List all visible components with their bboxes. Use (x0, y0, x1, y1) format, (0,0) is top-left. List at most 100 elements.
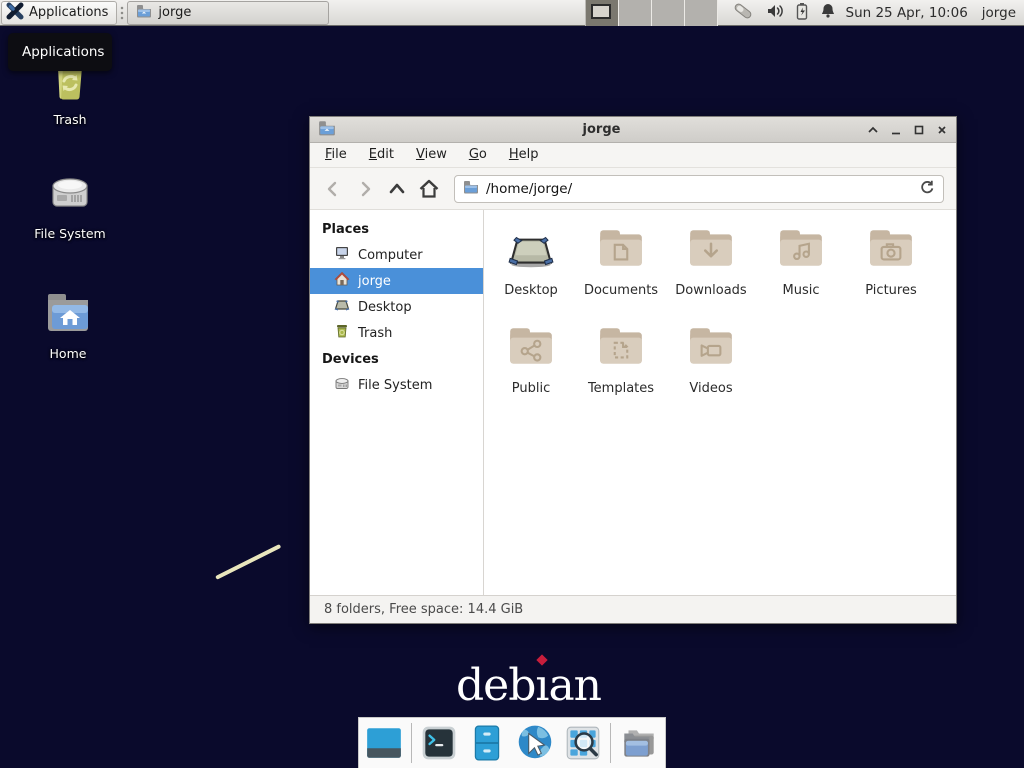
close-button[interactable] (936, 124, 948, 136)
status-bar: 8 folders, Free space: 14.4 GiB (310, 595, 956, 623)
folder-name: Documents (584, 283, 658, 298)
trash-icon (334, 323, 350, 343)
web-browser-icon (514, 722, 556, 764)
xfce-logo-icon (6, 2, 24, 24)
hard-drive-icon (334, 375, 350, 395)
folder-name: Templates (588, 381, 654, 396)
file-cabinet-icon (467, 723, 507, 763)
folder-item-pictures[interactable]: Pictures (846, 224, 936, 322)
applications-tooltip: Applications (8, 33, 112, 71)
desktop: { "colors": { "selection_blue": "#4a90d9… (0, 0, 1024, 768)
folder-name: Public (512, 381, 550, 396)
desktop-special-icon (506, 224, 556, 278)
path-input[interactable] (486, 181, 912, 197)
file-manager-window: jorge File Edit View Go Help (309, 116, 957, 624)
sidebar-item-desktop[interactable]: Desktop (310, 294, 483, 320)
panel-username: jorge (982, 5, 1016, 21)
folder-item-templates[interactable]: Templates (576, 322, 666, 420)
menu-file[interactable]: File (314, 143, 358, 167)
debian-logo-text: an (548, 660, 601, 711)
folder-music-icon (776, 224, 826, 278)
debian-logo-i: ı (535, 660, 548, 711)
input-device-icon[interactable] (732, 1, 754, 25)
shade-button[interactable] (867, 124, 879, 136)
home-button[interactable] (416, 176, 442, 202)
toolbar (310, 168, 956, 210)
forward-button[interactable] (352, 176, 378, 202)
menu-edit[interactable]: Edit (358, 143, 405, 167)
debian-logo: debıan (456, 660, 601, 711)
desktop-icon-home[interactable]: Home (20, 288, 116, 361)
applications-menu-button[interactable]: Applications (1, 1, 117, 25)
web-browser-launcher[interactable] (514, 721, 556, 765)
battery-charging-icon[interactable] (796, 2, 808, 24)
file-manager-folder-icon (618, 722, 660, 764)
folder-item-downloads[interactable]: Downloads (666, 224, 756, 322)
sidebar-item-label: Desktop (358, 300, 412, 315)
volume-icon[interactable] (766, 3, 784, 23)
file-cabinet-launcher[interactable] (466, 721, 506, 765)
dock-separator (610, 723, 611, 763)
applications-tooltip-text: Applications (22, 44, 104, 60)
top-panel: Applications jorge (0, 0, 1024, 26)
sidebar-item-jorge[interactable]: jorge (310, 268, 483, 294)
folder-name: Desktop (504, 283, 558, 298)
folder-item-desktop[interactable]: Desktop (486, 224, 576, 322)
panel-clock[interactable]: Sun 25 Apr, 10:06 (846, 5, 968, 21)
menu-view[interactable]: View (405, 143, 458, 167)
maximize-button[interactable] (913, 124, 925, 136)
window-titlebar[interactable]: jorge (310, 117, 956, 143)
app-finder-launcher[interactable] (563, 721, 603, 765)
minimize-button[interactable] (890, 124, 902, 136)
sidebar-item-trash[interactable]: Trash (310, 320, 483, 346)
cursor-trail (215, 544, 281, 580)
workspace-3[interactable] (652, 0, 685, 26)
computer-icon (334, 245, 350, 265)
desktop-icon-file-system[interactable]: File System (22, 168, 118, 241)
folder-name: Downloads (675, 283, 746, 298)
folder-item-public[interactable]: Public (486, 322, 576, 420)
app-finder-icon (563, 723, 603, 763)
folder-documents-icon (596, 224, 646, 278)
home-folder-icon (43, 288, 93, 342)
show-desktop-button[interactable] (364, 721, 404, 765)
workspace-1[interactable] (586, 0, 619, 26)
panel-handle[interactable] (119, 4, 125, 22)
menu-go[interactable]: Go (458, 143, 498, 167)
workspace-4[interactable] (685, 0, 718, 26)
sidebar-item-computer[interactable]: Computer (310, 242, 483, 268)
show-desktop-icon (364, 723, 404, 763)
reload-icon[interactable] (919, 179, 935, 199)
taskbar-window-button[interactable]: jorge (127, 1, 329, 25)
terminal-launcher[interactable] (419, 721, 459, 765)
folder-public-icon (506, 322, 556, 376)
sidebar-item-label: File System (358, 378, 432, 393)
folder-videos-icon (686, 322, 736, 376)
folder-icon (463, 179, 479, 199)
dock-separator (411, 723, 412, 763)
back-button[interactable] (320, 176, 346, 202)
window-title: jorge (336, 122, 867, 137)
file-manager-launcher[interactable] (618, 721, 660, 765)
notifications-bell-icon[interactable] (820, 2, 836, 23)
folder-name: Videos (689, 381, 732, 396)
applications-menu-label: Applications (29, 5, 108, 20)
workspace-2[interactable] (619, 0, 652, 26)
up-button[interactable] (384, 176, 410, 202)
folder-item-documents[interactable]: Documents (576, 224, 666, 322)
desktop-icon-label: Trash (53, 112, 86, 127)
system-tray (732, 1, 836, 25)
sidebar-item-label: Computer (358, 248, 423, 263)
workspace-window-preview (591, 4, 611, 19)
workspace-switcher (585, 0, 718, 26)
sidebar: Places Computer (310, 210, 484, 595)
folder-grid: Desktop Documents (484, 210, 956, 595)
taskbar-window-label: jorge (158, 5, 191, 20)
folder-item-music[interactable]: Music (756, 224, 846, 322)
menu-help[interactable]: Help (498, 143, 550, 167)
sidebar-item-file-system[interactable]: File System (310, 372, 483, 398)
places-header: Places (310, 216, 483, 242)
folder-item-videos[interactable]: Videos (666, 322, 756, 420)
folder-downloads-icon (686, 224, 736, 278)
sidebar-item-label: Trash (358, 326, 392, 341)
